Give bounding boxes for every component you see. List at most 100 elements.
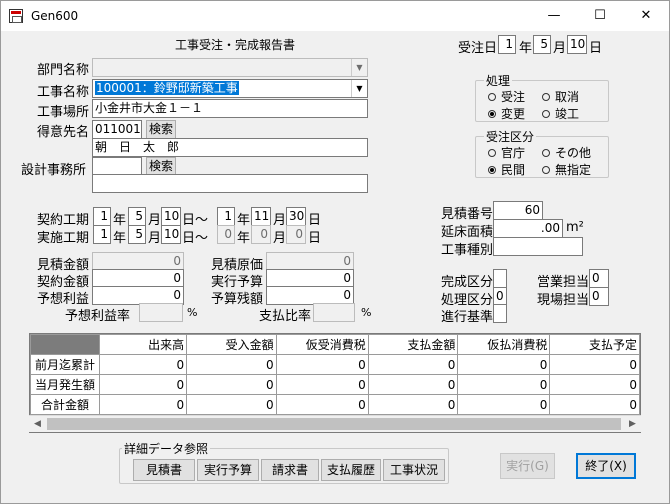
- radio-label: 受注: [501, 90, 526, 104]
- exit-button[interactable]: 終了(X): [576, 453, 636, 479]
- contract-period-label: 契約工期: [37, 213, 90, 228]
- progress-basis-input[interactable]: [493, 304, 507, 323]
- radio-icon: [542, 92, 550, 101]
- radio-process-order[interactable]: 受注: [488, 88, 525, 105]
- work-status-button[interactable]: 工事状況: [383, 459, 445, 481]
- work-place-input[interactable]: 小金井市大金１－１: [92, 99, 368, 118]
- order-type-group-title: 受注区分: [484, 128, 537, 145]
- page-title: 工事受注・完成報告書: [175, 38, 296, 52]
- budget-remaining-label: 予算残額: [211, 292, 264, 307]
- radio-icon: [542, 148, 550, 157]
- radio-order-type-unspecified[interactable]: 無指定: [542, 161, 591, 178]
- unit-month: 月: [273, 213, 287, 228]
- order-date-year-input[interactable]: 1: [498, 35, 516, 54]
- amounts-table: 出来高 受入金額 仮受消費税 支払金額 仮払消費税 支払予定 前月迄累計 0 0…: [30, 334, 640, 415]
- unit-month: 月: [148, 231, 162, 246]
- grid-cell[interactable]: 0: [457, 394, 551, 415]
- work-type-input[interactable]: [493, 237, 583, 256]
- sales-rep-input[interactable]: 0: [589, 269, 609, 288]
- chevron-down-icon: ▼: [351, 80, 367, 97]
- grid-cell[interactable]: 0: [275, 354, 369, 375]
- close-icon[interactable]: ✕: [623, 1, 669, 31]
- scroll-thumb[interactable]: [47, 418, 621, 430]
- table-row: 前月迄累計 0 0 0 0 0 0: [30, 354, 640, 375]
- radio-process-complete[interactable]: 竣工: [542, 105, 579, 122]
- site-rep-label: 現場担当: [537, 293, 590, 308]
- grid-cell[interactable]: 0: [98, 394, 188, 415]
- grid-cell[interactable]: 0: [275, 374, 369, 395]
- detail-group-title: 詳細データ参照: [122, 440, 211, 457]
- designer-label: 設計事務所: [21, 163, 87, 178]
- client-code-input[interactable]: 011001: [92, 120, 142, 139]
- actual-start-day-input[interactable]: 10: [161, 225, 181, 244]
- actual-start-month-input[interactable]: 5: [128, 225, 146, 244]
- client-name-input[interactable]: 朝 日 太 郎: [92, 138, 368, 157]
- grid-cell[interactable]: 0: [367, 354, 459, 375]
- grid-cell[interactable]: 0: [549, 374, 640, 395]
- completion-label: 完成区分: [441, 275, 494, 290]
- work-name-select[interactable]: 100001：鈴野邸新築工事 ▼: [92, 79, 368, 98]
- scroll-left-icon[interactable]: ◀: [29, 416, 46, 433]
- table-row: 当月発生額 0 0 0 0 0 0: [30, 374, 640, 395]
- work-type-label: 工事種別: [441, 243, 494, 258]
- actual-end-day-input[interactable]: 0: [286, 225, 306, 244]
- radio-label: その他: [555, 146, 592, 160]
- minimize-icon[interactable]: —: [531, 1, 577, 31]
- scroll-right-icon[interactable]: ▶: [624, 416, 641, 433]
- grid-cell[interactable]: 0: [457, 374, 551, 395]
- grid-cell[interactable]: 0: [98, 354, 188, 375]
- grid-col-header: 支払金額: [367, 334, 459, 355]
- actual-end-month-input[interactable]: 0: [251, 225, 271, 244]
- grid-row-header: 当月発生額: [30, 374, 100, 395]
- order-date-day-input[interactable]: 10: [567, 35, 587, 54]
- designer-name-input[interactable]: [92, 174, 368, 193]
- estimate-button[interactable]: 見積書: [133, 459, 195, 481]
- execution-budget-button[interactable]: 実行予算: [197, 459, 259, 481]
- grid-cell[interactable]: 0: [549, 394, 640, 415]
- contract-start-year-input[interactable]: 1: [93, 207, 111, 226]
- dept-select[interactable]: ▼: [92, 58, 368, 77]
- grid-cell[interactable]: 0: [275, 394, 369, 415]
- contract-end-day-input[interactable]: 30: [286, 207, 306, 226]
- horizontal-scrollbar[interactable]: ◀ ▶: [29, 415, 641, 432]
- contract-start-day-input[interactable]: 10: [161, 207, 181, 226]
- unit-year: 年: [237, 231, 251, 246]
- main-window: Gen600 — ☐ ✕ 工事受注・完成報告書 受注日 1 年 5 月 10 日…: [0, 0, 670, 504]
- radio-process-cancel[interactable]: 取消: [542, 88, 579, 105]
- estimate-number-input[interactable]: 60: [493, 201, 543, 220]
- radio-order-type-other[interactable]: その他: [542, 144, 591, 161]
- grid-row-header: 合計金額: [30, 394, 100, 415]
- client-search-button[interactable]: 検索: [146, 120, 176, 139]
- order-date-month-input[interactable]: 5: [533, 35, 551, 54]
- process-group-title: 処理: [484, 72, 513, 89]
- actual-end-year-input[interactable]: 0: [217, 225, 235, 244]
- contract-end-year-input[interactable]: 1: [217, 207, 235, 226]
- actual-start-year-input[interactable]: 1: [93, 225, 111, 244]
- floor-area-input[interactable]: .00: [493, 219, 563, 238]
- unit-year: 年: [113, 231, 127, 246]
- grid-cell[interactable]: 0: [367, 394, 459, 415]
- radio-label: 官庁: [501, 146, 526, 160]
- grid-cell[interactable]: 0: [186, 354, 277, 375]
- grid-cell[interactable]: 0: [457, 354, 551, 375]
- radio-process-change[interactable]: 変更: [488, 105, 525, 122]
- payment-history-button[interactable]: 支払履歴: [321, 459, 381, 481]
- app-icon: [9, 9, 23, 23]
- execute-button[interactable]: 実行(G): [500, 453, 555, 479]
- grid-cell[interactable]: 0: [367, 374, 459, 395]
- completion-input[interactable]: [493, 269, 507, 288]
- grid-cell[interactable]: 0: [549, 354, 640, 375]
- radio-order-type-private[interactable]: 民間: [488, 161, 525, 178]
- grid-cell[interactable]: 0: [186, 394, 277, 415]
- invoice-button[interactable]: 請求書: [261, 459, 319, 481]
- site-rep-input[interactable]: 0: [589, 287, 609, 306]
- maximize-icon[interactable]: ☐: [577, 1, 623, 31]
- contract-end-month-input[interactable]: 11: [251, 207, 271, 226]
- grid-cell[interactable]: 0: [186, 374, 277, 395]
- grid-col-header: 出来高: [98, 334, 188, 355]
- contract-start-month-input[interactable]: 5: [128, 207, 146, 226]
- grid-cell[interactable]: 0: [98, 374, 188, 395]
- radio-order-type-government[interactable]: 官庁: [488, 144, 525, 161]
- radio-selected-icon: [488, 165, 496, 174]
- radio-icon: [488, 148, 496, 157]
